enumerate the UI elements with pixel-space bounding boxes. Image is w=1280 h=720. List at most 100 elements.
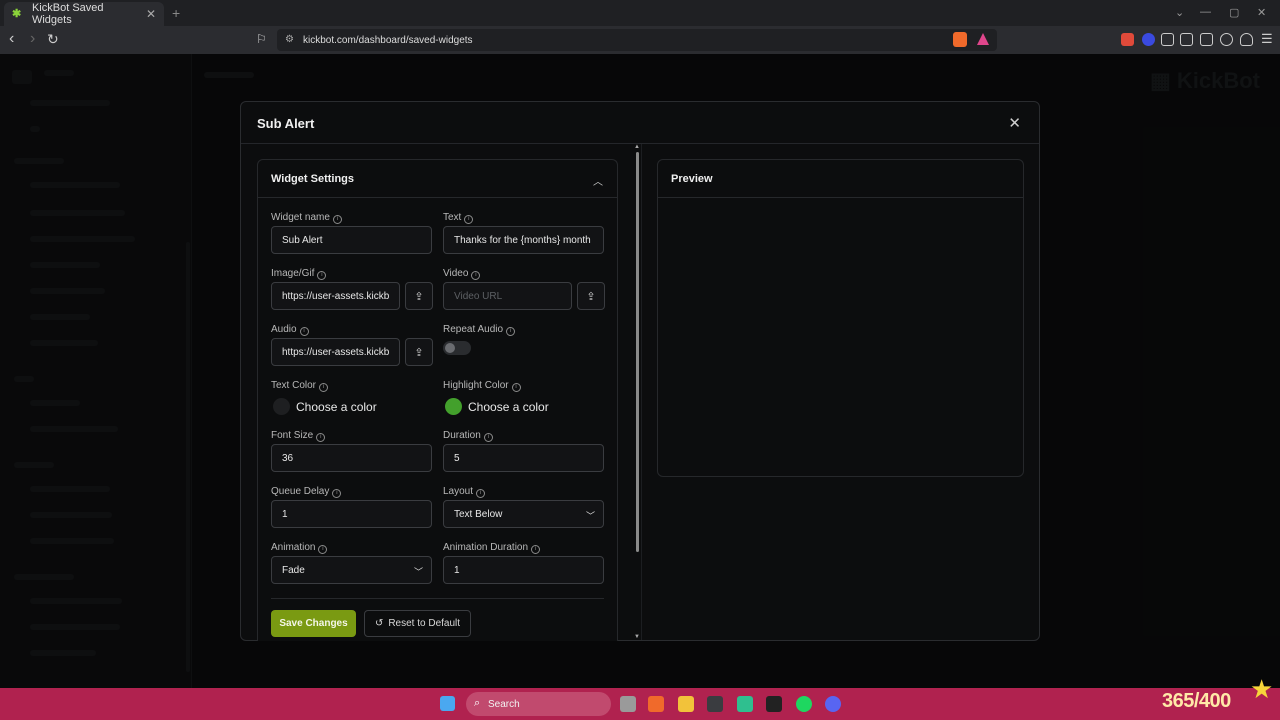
scroll-down-icon[interactable]: ▼ [634, 634, 640, 640]
upload-audio-button[interactable]: ⇪ [405, 338, 433, 366]
bookmark-icon[interactable]: ⚐ [256, 32, 267, 46]
column-divider [641, 144, 642, 640]
reload-icon[interactable]: ↻ [47, 31, 59, 47]
tab-close-icon[interactable]: ✕ [146, 7, 156, 21]
info-icon: i [476, 489, 486, 498]
app-icon[interactable] [737, 696, 753, 712]
layout-value: Text Below [454, 508, 503, 520]
widget-name-label: Widget name i [271, 212, 342, 224]
animation-duration-label: Animation Duration i [443, 542, 541, 554]
widget-settings-card: Widget Settings ︿ Widget name i Sub Alert… [257, 159, 618, 641]
overlay-counter: 365/400 [1162, 690, 1231, 712]
extensions-puzzle-icon[interactable] [1161, 33, 1174, 46]
settings-header[interactable]: Widget Settings ︿ [258, 160, 617, 198]
upload-image-button[interactable]: ⇪ [405, 282, 433, 310]
duration-label: Duration i [443, 430, 493, 442]
brave-shields-icon[interactable] [953, 32, 967, 47]
tab-title: KickBot Saved Widgets [31, 2, 104, 26]
chevron-down-icon: ﹀ [585, 511, 595, 521]
scroll-thumb[interactable] [636, 152, 639, 552]
highlight-color-label: Highlight Color i [443, 380, 521, 392]
preview-card: Preview [657, 159, 1024, 477]
terminal-icon[interactable] [707, 696, 723, 712]
info-icon: i [531, 545, 541, 554]
vpn-shield-icon[interactable] [1240, 33, 1253, 46]
upload-icon: ⇪ [414, 346, 424, 359]
animation-label: Animation i [271, 542, 328, 554]
font-size-label: Font Size i [271, 430, 326, 442]
layout-select[interactable]: Text Below ﹀ [443, 500, 604, 528]
sidebar-toggle-icon[interactable] [1180, 33, 1193, 46]
upload-video-button[interactable]: ⇪ [577, 282, 605, 310]
app-icon[interactable] [766, 696, 782, 712]
layout-label: Layout i [443, 486, 486, 498]
browser-tab-bar: ✱ KickBot Saved Widgets ✕ + ⌄ — ▢ ✕ [0, 0, 1280, 26]
extension-icon[interactable] [1121, 33, 1134, 46]
image-gif-input[interactable]: https://user-assets.kickb [271, 282, 400, 310]
info-icon: i [332, 215, 342, 224]
leo-ai-icon[interactable] [1220, 33, 1233, 46]
windows-start-icon[interactable] [440, 696, 455, 711]
queue-delay-input[interactable]: 1 [271, 500, 432, 528]
chevron-up-icon[interactable]: ︿ [593, 173, 603, 188]
info-icon: i [511, 383, 521, 392]
extension-icon[interactable] [1142, 33, 1155, 46]
minimize-icon[interactable]: — [1200, 6, 1211, 18]
close-icon[interactable]: ✕ [1008, 114, 1021, 132]
audio-input[interactable]: https://user-assets.kickb [271, 338, 400, 366]
star-icon: ★ [1250, 674, 1274, 704]
font-size-input[interactable]: 36 [271, 444, 432, 472]
highlight-color-swatch[interactable] [445, 398, 462, 415]
task-view-icon[interactable] [620, 696, 636, 712]
url-field[interactable]: ⚙ kickbot.com/dashboard/saved-widgets [277, 29, 997, 51]
file-explorer-icon[interactable] [678, 696, 694, 712]
kickbot-favicon-icon: ✱ [12, 8, 22, 20]
reset-to-default-button[interactable]: ↺ Reset to Default [364, 610, 471, 637]
spotify-icon[interactable] [796, 696, 812, 712]
window-close-icon[interactable]: ✕ [1257, 6, 1266, 19]
highlight-color-picker[interactable]: Choose a color [468, 400, 549, 414]
text-input[interactable]: Thanks for the {months} month [443, 226, 604, 254]
video-url-input[interactable]: Video URL [443, 282, 572, 310]
modal-title: Sub Alert [257, 116, 315, 131]
toggle-knob [445, 343, 455, 353]
queue-delay-label: Queue Delay i [271, 486, 342, 498]
preview-header: Preview [658, 160, 1023, 198]
info-icon: i [318, 545, 328, 554]
brave-browser-icon[interactable] [648, 696, 664, 712]
repeat-audio-toggle[interactable] [443, 341, 471, 355]
repeat-audio-label: Repeat Audio i [443, 324, 516, 336]
info-icon: i [483, 433, 493, 442]
save-changes-button[interactable]: Save Changes [271, 610, 356, 637]
tab-list-icon[interactable]: ⌄ [1175, 6, 1184, 19]
info-icon: i [471, 271, 481, 280]
widget-name-input[interactable]: Sub Alert [271, 226, 432, 254]
menu-icon[interactable]: ☰ [1261, 31, 1273, 47]
widget-modal: Sub Alert ✕ Widget Settings ︿ Widget nam… [240, 101, 1040, 641]
address-toolbar: ‹ › ↻ ⚐ ⚙ kickbot.com/dashboard/saved-wi… [0, 26, 1280, 54]
back-icon[interactable]: ‹ [9, 31, 14, 47]
chevron-down-icon: ﹀ [413, 567, 423, 577]
info-icon: i [506, 327, 516, 336]
discord-icon[interactable] [825, 696, 841, 712]
site-info-icon[interactable]: ⚙ [285, 34, 294, 45]
text-color-picker[interactable]: Choose a color [296, 400, 377, 414]
text-color-label: Text Color i [271, 380, 329, 392]
new-tab-button[interactable]: + [172, 5, 180, 21]
brave-rewards-icon[interactable] [977, 33, 989, 45]
wallet-icon[interactable] [1200, 33, 1213, 46]
taskbar: ⌕ Search 365/400 ★ [0, 674, 1280, 720]
forward-icon[interactable]: › [30, 31, 35, 47]
animation-duration-input[interactable]: 1 [443, 556, 604, 584]
taskbar-search[interactable]: ⌕ Search [466, 692, 611, 716]
restore-icon[interactable]: ▢ [1229, 6, 1239, 19]
tab-kickbot[interactable]: ✱ KickBot Saved Widgets ✕ [4, 2, 164, 26]
info-icon: i [332, 489, 342, 498]
divider [271, 598, 604, 599]
scroll-up-icon[interactable]: ▲ [634, 144, 640, 150]
text-color-swatch[interactable] [273, 398, 290, 415]
duration-input[interactable]: 5 [443, 444, 604, 472]
url-text: kickbot.com/dashboard/saved-widgets [303, 34, 473, 46]
animation-select[interactable]: Fade ﹀ [271, 556, 432, 584]
image-gif-label: Image/Gif i [271, 268, 327, 280]
